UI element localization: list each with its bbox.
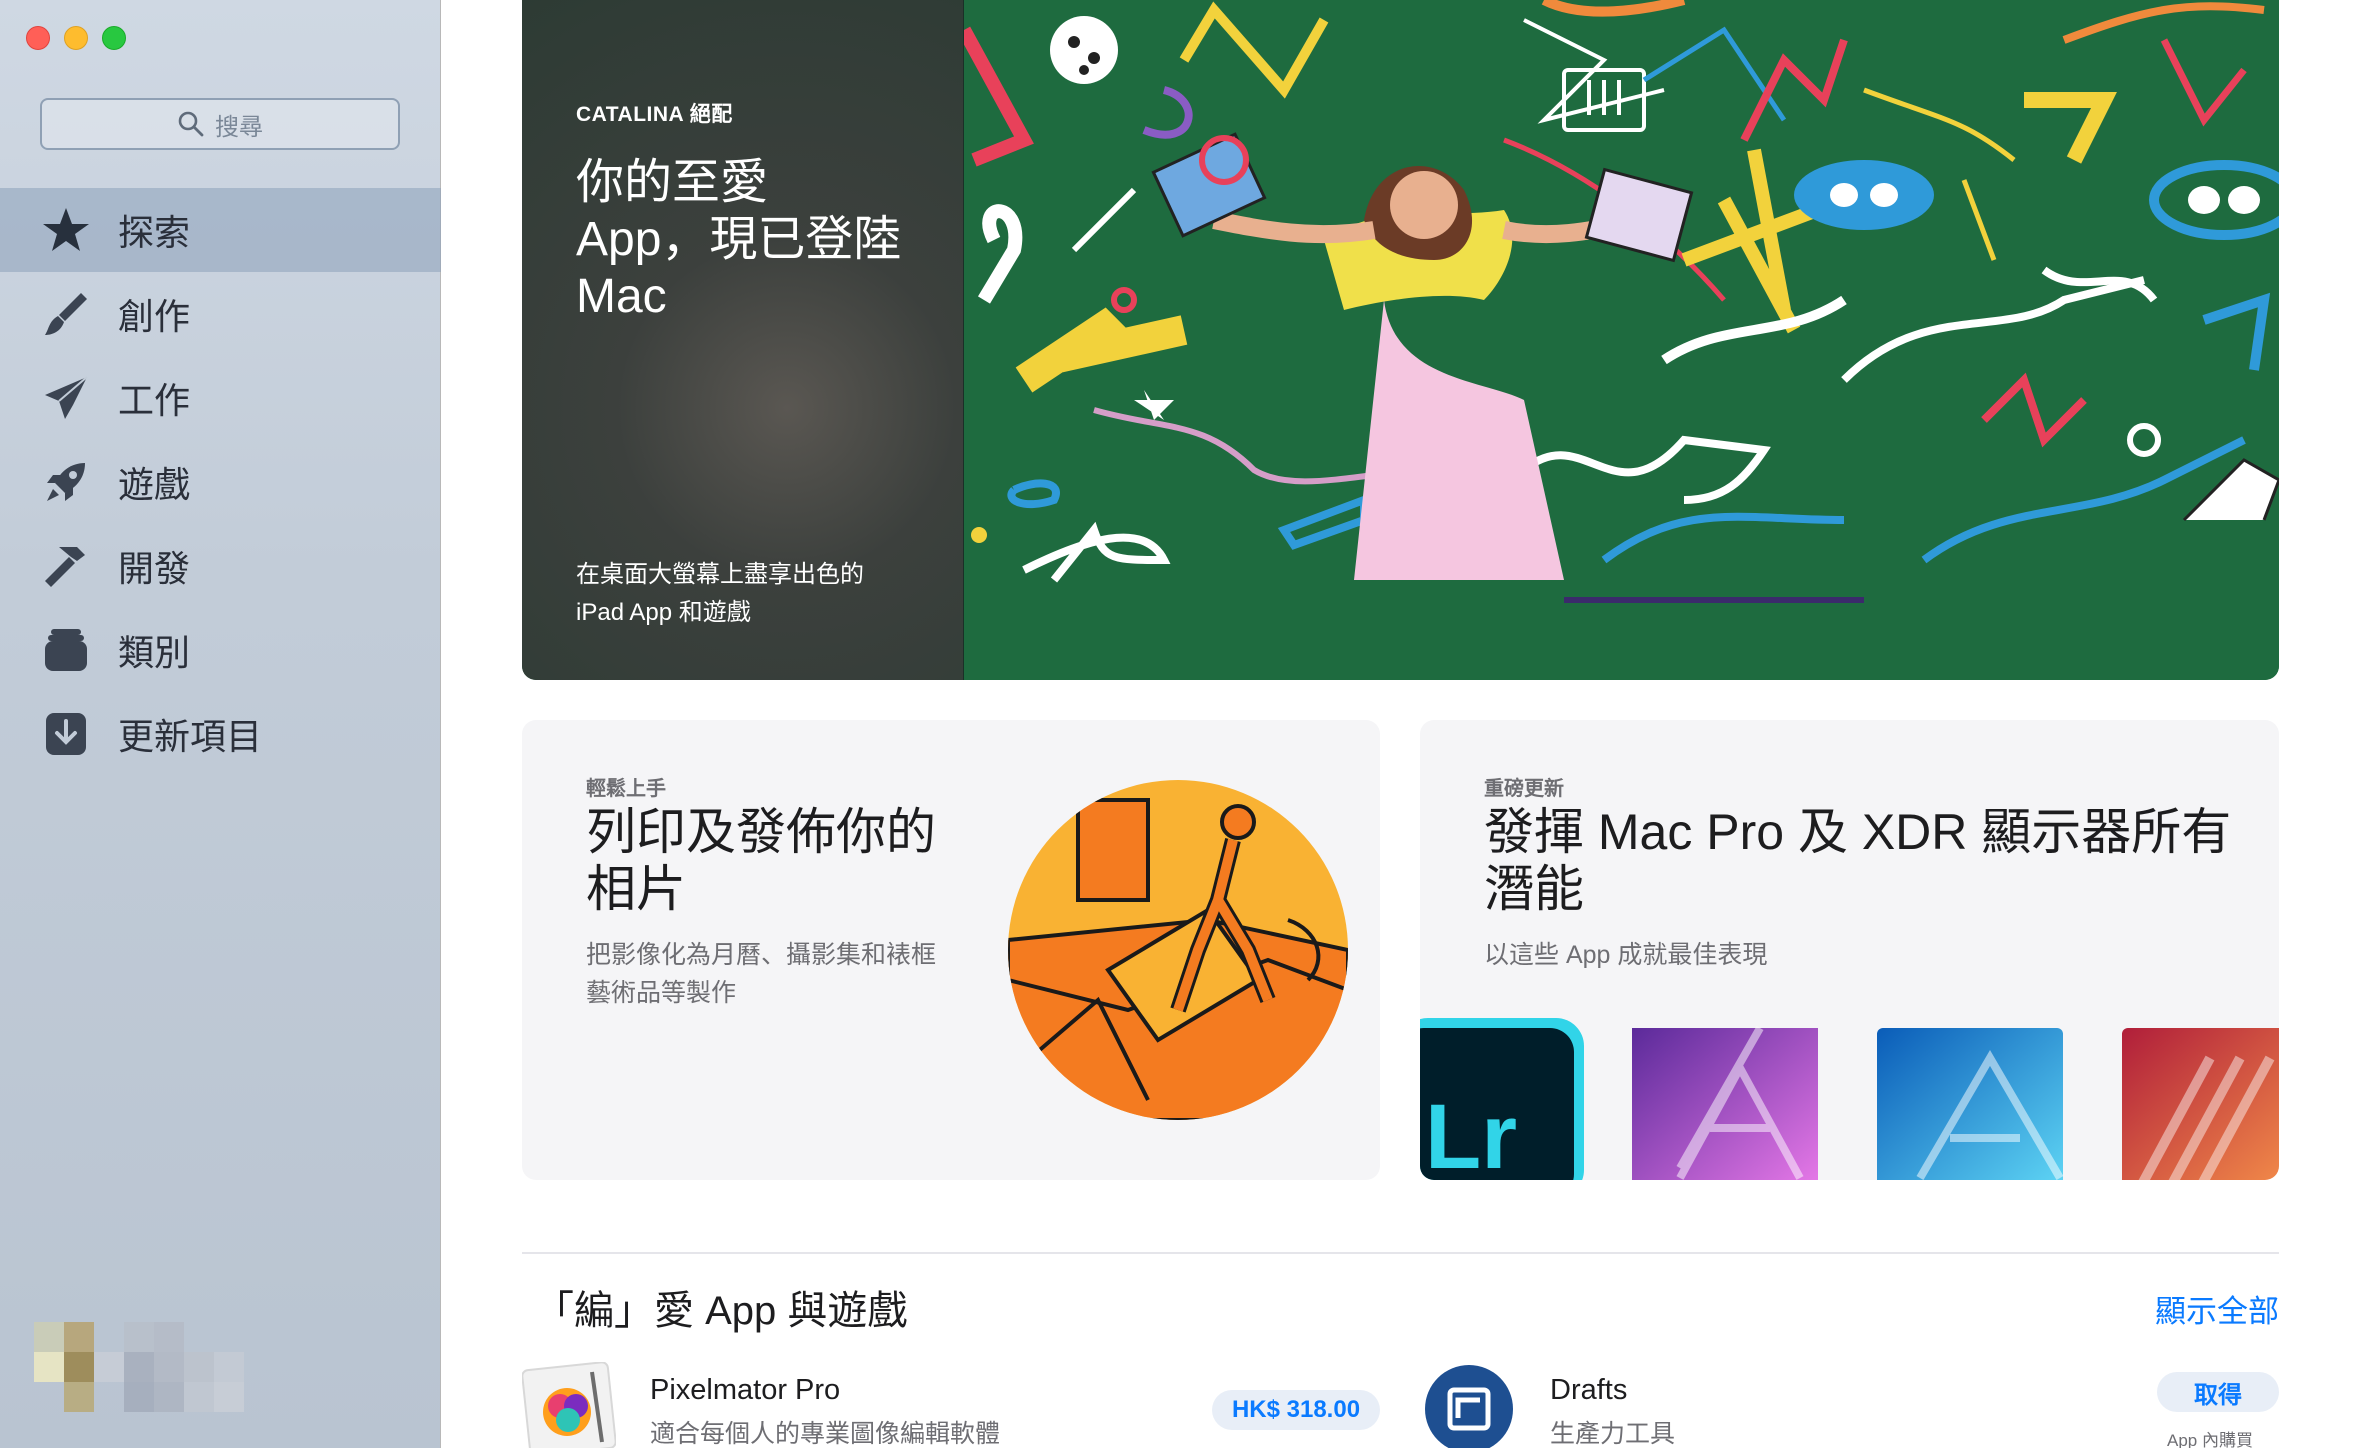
card-title-line: 列印及發佈你的 <box>586 804 936 860</box>
affinity-photo-icon <box>1632 1026 1818 1180</box>
avatar[interactable] <box>34 1322 284 1418</box>
card-description: 以這些 App 成就最佳表現 <box>1484 941 1768 969</box>
sidebar-item-label: 開發 <box>118 548 191 589</box>
hero-subtitle-line: iPad App 和遊戲 <box>576 599 751 626</box>
hero-illustration <box>964 0 2279 680</box>
sidebar-item-label: 探索 <box>118 212 191 253</box>
card-eyebrow: 輕鬆上手 <box>586 778 666 800</box>
sidebar-item-label: 遊戲 <box>118 464 191 505</box>
card-description: 把影像化為月曆、攝影集和裱框 藝術品等製作 <box>586 936 986 1012</box>
card-title-line: 潛能 <box>1484 861 1584 917</box>
hero-title: 你的至愛 App，現已登陸 Mac <box>576 154 909 325</box>
price-button[interactable]: HK$ 318.00 <box>1212 1390 1380 1430</box>
sidebar-item-categories[interactable]: 類別 <box>0 608 441 692</box>
close-window-button[interactable] <box>26 26 50 50</box>
lightroom-tile-label: Lr <box>1425 1086 1517 1180</box>
app-item-drafts[interactable]: Drafts 生產力工具 取得 App 內購買 <box>1422 1362 2279 1448</box>
card-illustration <box>1008 780 1348 1120</box>
sidebar-item-develop[interactable]: 開發 <box>0 524 441 608</box>
app-name: Pixelmator Pro <box>650 1374 841 1406</box>
stack-icon <box>40 624 92 676</box>
star-icon <box>40 204 92 256</box>
search-icon <box>178 111 204 137</box>
paperplane-icon <box>40 372 92 424</box>
sidebar-item-label: 創作 <box>118 296 191 337</box>
sidebar-item-label: 類別 <box>118 632 191 673</box>
hero-eyebrow: CATALINA 絕配 <box>576 103 733 126</box>
hero-title-line: Mac <box>576 270 667 323</box>
sidebar-item-label: 工作 <box>118 380 191 421</box>
hero-subtitle-line: 在桌面大螢幕上盡享出色的 <box>576 561 864 588</box>
sidebar-item-create[interactable]: 創作 <box>0 272 441 356</box>
card-description-line: 把影像化為月曆、攝影集和裱框 <box>586 941 937 969</box>
sidebar-item-work[interactable]: 工作 <box>0 356 441 440</box>
app-subtitle: 適合每個人的專業圖像編輯軟體 <box>650 1420 1001 1448</box>
card-description-line: 藝術品等製作 <box>586 979 737 1007</box>
sidebar-item-play[interactable]: 遊戲 <box>0 440 441 524</box>
window-controls <box>26 26 126 50</box>
hero-title-line: 你的至愛 <box>576 156 769 209</box>
app-name: Drafts <box>1550 1374 1628 1406</box>
hero-subtitle: 在桌面大螢幕上盡享出色的 iPad App 和遊戲 <box>576 556 936 632</box>
app-icon-row: Lr <box>1420 1018 2279 1180</box>
section-divider <box>522 1252 2279 1254</box>
hero-text-panel: CATALINA 絕配 你的至愛 App，現已登陸 Mac 在桌面大螢幕上盡享出… <box>522 0 964 680</box>
affinity-designer-icon <box>1877 1028 2064 1180</box>
paintbrush-icon <box>40 288 92 340</box>
card-title-line: 相片 <box>586 861 686 917</box>
get-button[interactable]: 取得 <box>2157 1372 2279 1412</box>
hero-title-line: App，現已登陸 <box>576 213 902 266</box>
app-item-pixelmator[interactable]: Pixelmator Pro 適合每個人的專業圖像編輯軟體 HK$ 318.00 <box>522 1362 1380 1448</box>
main-content: CATALINA 絕配 你的至愛 App，現已登陸 Mac 在桌面大螢幕上盡享出… <box>442 0 2360 1448</box>
affinity-publisher-icon <box>2122 1028 2279 1180</box>
sidebar-item-updates[interactable]: 更新項目 <box>0 692 441 776</box>
search-field[interactable]: 搜尋 <box>40 98 400 150</box>
show-all-link[interactable]: 顯示全部 <box>2155 1286 2279 1331</box>
app-subtitle: 生產力工具 <box>1550 1420 1676 1448</box>
minimize-window-button[interactable] <box>64 26 88 50</box>
zoom-window-button[interactable] <box>102 26 126 50</box>
card-eyebrow: 重磅更新 <box>1484 778 1564 800</box>
feature-card-macpro[interactable]: 重磅更新 發揮 Mac Pro 及 XDR 顯示器所有 潛能 以這些 App 成… <box>1420 720 2279 1180</box>
rocket-icon <box>40 456 92 508</box>
sidebar-item-discover[interactable]: 探索 <box>0 188 441 272</box>
in-app-purchase-note: App 內購買 <box>2167 1431 2253 1448</box>
sidebar: 搜尋 探索 創作 工作 遊戲 開發 類別 更新項目 <box>0 0 441 1448</box>
lightroom-icon: Lr <box>1420 1018 1584 1180</box>
section-title: 「編」愛 App 與遊戲 <box>534 1289 908 1333</box>
search-placeholder: 搜尋 <box>215 113 263 141</box>
hero-banner[interactable]: CATALINA 絕配 你的至愛 App，現已登陸 Mac 在桌面大螢幕上盡享出… <box>522 0 2279 680</box>
drafts-icon <box>1425 1365 1513 1448</box>
feature-card-photos[interactable]: 輕鬆上手 列印及發佈你的 相片 把影像化為月曆、攝影集和裱框 藝術品等製作 <box>522 720 1380 1180</box>
sidebar-item-label: 更新項目 <box>118 716 263 757</box>
card-title-line: 發揮 Mac Pro 及 XDR 顯示器所有 <box>1484 804 2232 860</box>
hammer-icon <box>40 540 92 592</box>
download-icon <box>40 708 92 760</box>
pixelmator-pro-icon <box>522 1362 616 1448</box>
card-title: 發揮 Mac Pro 及 XDR 顯示器所有 潛能 <box>1484 804 2244 918</box>
sidebar-nav: 探索 創作 工作 遊戲 開發 類別 更新項目 <box>0 188 441 776</box>
card-title: 列印及發佈你的 相片 <box>586 804 986 918</box>
